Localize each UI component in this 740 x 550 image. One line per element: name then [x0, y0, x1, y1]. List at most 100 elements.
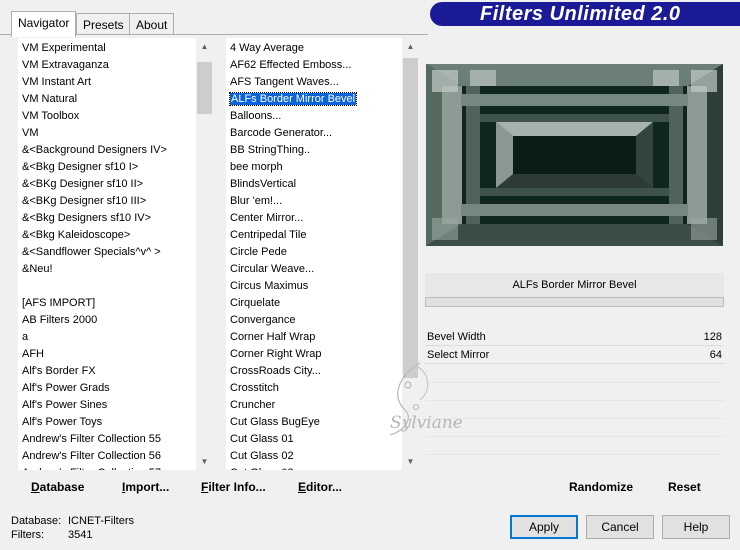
filter-list-item[interactable]: Barcode Generator...: [226, 125, 332, 142]
filter-list-item[interactable]: Corner Half Wrap: [226, 329, 315, 346]
flourish-icon: [389, 362, 429, 436]
category-list-item-label: VM Natural: [22, 93, 78, 105]
category-list-item[interactable]: &<BKg Designer sf10 III>: [18, 193, 146, 210]
category-list-item[interactable]: &<Bkg Designers sf10 IV>: [18, 210, 151, 227]
category-list-item[interactable]: VM Toolbox: [18, 108, 79, 125]
filter-list-item-label: Centripedal Tile: [230, 229, 307, 241]
reset-button[interactable]: Reset: [668, 480, 701, 494]
editor-button[interactable]: Editor...: [298, 480, 342, 494]
filter-list-item-label: BB StringThing..: [230, 144, 311, 156]
category-list-item-label: &Neu!: [22, 263, 53, 275]
category-list-item[interactable]: Alf's Power Grads: [18, 380, 110, 397]
apply-button[interactable]: Apply: [510, 515, 578, 539]
scroll-thumb[interactable]: [403, 58, 418, 378]
filter-list-item[interactable]: bee morph: [226, 159, 283, 176]
filter-list-item-label: Corner Right Wrap: [230, 348, 322, 360]
filter-list-item-label: Balloons...: [230, 110, 282, 122]
category-list[interactable]: VM Experimental VM Extravaganza VM Instant…: [18, 38, 196, 470]
filter-list-item[interactable]: Convergance: [226, 312, 295, 329]
filter-list-item-label: Convergance: [230, 314, 296, 326]
category-list-item[interactable]: [AFS IMPORT]: [18, 295, 95, 312]
filter-list-item[interactable]: AFS Tangent Waves...: [226, 74, 339, 91]
title-banner: Filters Unlimited 2.0: [430, 2, 740, 26]
filter-list-item[interactable]: Cut Glass 03: [226, 465, 294, 470]
category-list-item[interactable]: AB Filters 2000: [18, 312, 97, 329]
category-list-item[interactable]: Alf's Border FX: [18, 363, 96, 380]
filter-list-item[interactable]: BB StringThing..: [226, 142, 310, 159]
filter-list-item[interactable]: 4 Way Average: [226, 40, 304, 57]
category-list-item[interactable]: &<BKg Designer sf10 II>: [18, 176, 143, 193]
status-database-label: Database:: [11, 515, 62, 527]
filter-list-item[interactable]: Centripedal Tile: [226, 227, 306, 244]
category-list-item[interactable]: &<Sandflower Specials^v^ >: [18, 244, 161, 261]
filter-list-item-label: Cut Glass 02: [230, 450, 294, 462]
scroll-up-arrow-icon[interactable]: ▲: [196, 38, 213, 55]
category-list-item[interactable]: Andrew's Filter Collection 55: [18, 431, 161, 448]
category-list-item[interactable]: &Neu!: [18, 261, 53, 278]
category-list-item[interactable]: VM Instant Art: [18, 74, 91, 91]
param-label: Bevel Width: [427, 331, 486, 343]
database-button[interactable]: Database: [31, 480, 84, 494]
category-list-item[interactable]: Alf's Power Toys: [18, 414, 102, 431]
filter-list-item[interactable]: Crosstitch: [226, 380, 279, 397]
scroll-down-arrow-icon[interactable]: ▼: [196, 453, 213, 470]
category-list-item[interactable]: VM Natural: [18, 91, 77, 108]
category-list-item-label: Alf's Power Grads: [22, 382, 110, 394]
filter-list-item[interactable]: BlindsVertical: [226, 176, 296, 193]
scroll-down-arrow-icon[interactable]: ▼: [402, 453, 419, 470]
category-list-item[interactable]: VM Extravaganza: [18, 57, 109, 74]
filter-list-item-label: ALFs Border Mirror Bevel: [228, 92, 358, 106]
help-button[interactable]: Help: [662, 515, 730, 539]
preview-pattern: [426, 64, 723, 246]
import-button[interactable]: Import...: [122, 480, 169, 494]
filter-list-item[interactable]: Center Mirror...: [226, 210, 303, 227]
category-list-item-label: &<Bkg Designers sf10 IV>: [22, 212, 152, 224]
filter-list-item[interactable]: Balloons...: [226, 108, 281, 125]
category-list-item[interactable]: &<Background Designers IV>: [18, 142, 167, 159]
filter-list-item[interactable]: Cut Glass 01: [226, 431, 294, 448]
filter-list-item-label: Cut Glass BugEye: [230, 416, 320, 428]
filter-list-item[interactable]: Cut Glass 02: [226, 448, 294, 465]
tab-navigator[interactable]: Navigator: [11, 11, 77, 37]
filter-list-item-label: bee morph: [230, 161, 283, 173]
category-list-item[interactable]: [18, 278, 22, 295]
filter-list-item[interactable]: Cirquelate: [226, 295, 280, 312]
category-list-item-label: Andrew's Filter Collection 56: [22, 450, 162, 462]
filter-list-item[interactable]: Corner Right Wrap: [226, 346, 322, 363]
category-scrollbar[interactable]: ▲ ▼: [196, 38, 213, 470]
category-list-item[interactable]: Andrew's Filter Collection 56: [18, 448, 161, 465]
category-list-item[interactable]: Andrew's Filter Collection 57: [18, 465, 161, 470]
filter-list-item-label: Cut Glass 03: [230, 467, 294, 470]
category-list-item[interactable]: VM: [18, 125, 39, 142]
category-list-item[interactable]: &<Bkg Kaleidoscope>: [18, 227, 130, 244]
category-list-item[interactable]: AFH: [18, 346, 44, 363]
filter-list-item-label: Center Mirror...: [230, 212, 304, 224]
scroll-up-arrow-icon[interactable]: ▲: [402, 38, 419, 55]
filter-list-item[interactable]: Circus Maximus: [226, 278, 308, 295]
filter-list-item-label: Crosstitch: [230, 382, 279, 394]
randomize-button[interactable]: Randomize: [569, 480, 633, 494]
filter-list-item[interactable]: CrossRoads City...: [226, 363, 321, 380]
filter-list-item-label: Circle Pede: [230, 246, 287, 258]
filter-list-item[interactable]: Blur 'em!...: [226, 193, 282, 210]
cancel-button[interactable]: Cancel: [586, 515, 654, 539]
status-database-value: ICNET-Filters: [68, 515, 134, 527]
filter-list-item[interactable]: Cruncher: [226, 397, 275, 414]
category-list-item[interactable]: &<Bkg Designer sf10 I>: [18, 159, 138, 176]
category-list-item[interactable]: a: [18, 329, 28, 346]
filter-list-item[interactable]: ALFs Border Mirror Bevel: [226, 91, 358, 108]
category-list-item-label: VM Extravaganza: [22, 59, 109, 71]
filter-list-item[interactable]: Circular Weave...: [226, 261, 314, 278]
category-list-item[interactable]: Alf's Power Sines: [18, 397, 107, 414]
param-bevel-width[interactable]: Bevel Width 128: [425, 328, 724, 346]
filter-list-item-label: Cut Glass 01: [230, 433, 294, 445]
scroll-thumb[interactable]: [197, 62, 212, 114]
tab-presets[interactable]: Presets: [76, 13, 131, 35]
filter-info-button[interactable]: Filter Info...: [201, 480, 266, 494]
category-list-item-label: VM Toolbox: [22, 110, 80, 122]
filter-list-item[interactable]: Circle Pede: [226, 244, 287, 261]
category-list-item[interactable]: VM Experimental: [18, 40, 106, 57]
filter-list-item[interactable]: Cut Glass BugEye: [226, 414, 320, 431]
filter-list-item[interactable]: AF62 Effected Emboss...: [226, 57, 351, 74]
tab-about[interactable]: About: [129, 13, 175, 35]
